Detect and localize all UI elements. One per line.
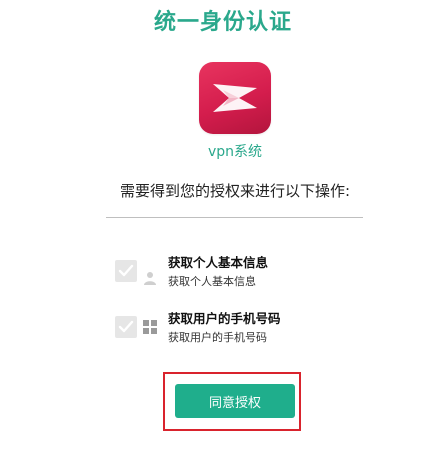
permission-item-phone: 获取用户的手机号码 获取用户的手机号码 xyxy=(115,308,345,348)
page-title: 统一身份认证 xyxy=(153,10,292,35)
app-name: vpn系统 xyxy=(207,144,263,160)
authorization-prompt: 需要得到您的授权来进行以下操作: xyxy=(119,182,351,200)
permission-description: 获取个人基本信息 xyxy=(168,275,256,288)
permission-title: 获取用户的手机号码 xyxy=(168,311,281,326)
permission-title: 获取个人基本信息 xyxy=(168,255,269,270)
permission-description: 获取用户的手机号码 xyxy=(168,331,267,344)
authorize-button[interactable]: 同意授权 xyxy=(175,384,295,418)
app-logo-icon xyxy=(199,62,271,134)
user-icon xyxy=(142,270,158,286)
auth-page: 统一身份认证 vpn系统 需要得到您的授权来进行以下操作: 获取个人基本信息 获… xyxy=(0,0,446,464)
grid-icon xyxy=(142,319,158,335)
divider xyxy=(106,217,363,218)
check-icon xyxy=(118,264,134,277)
permission-checkbox[interactable] xyxy=(115,316,137,338)
check-icon xyxy=(118,320,134,333)
permission-item-basic-info: 获取个人基本信息 获取个人基本信息 xyxy=(115,252,345,292)
paper-plane-icon xyxy=(213,84,257,112)
permission-checkbox[interactable] xyxy=(115,260,137,282)
